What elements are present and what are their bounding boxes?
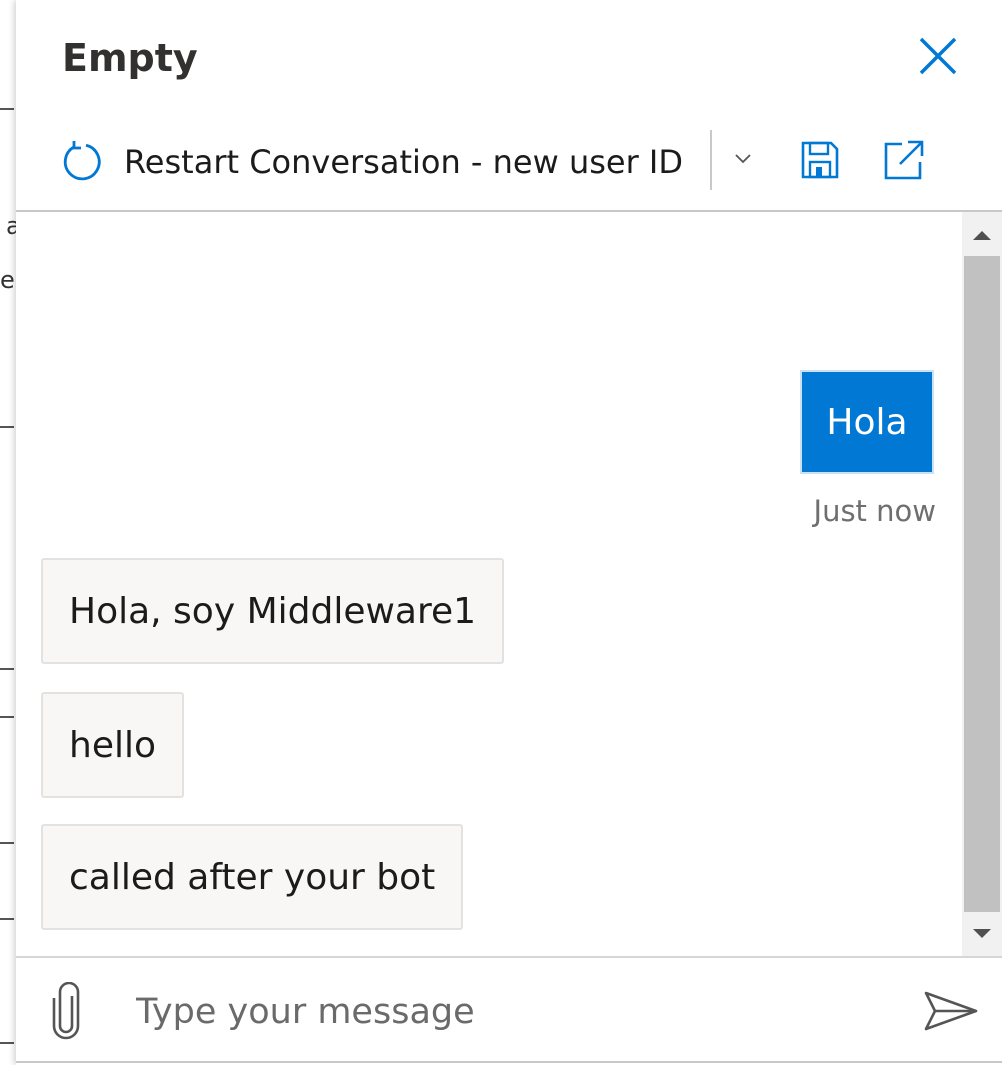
message-composer (16, 956, 1002, 1065)
paperclip-icon (52, 981, 80, 1040)
chevron-down-icon (735, 154, 751, 164)
save-icon (801, 141, 839, 179)
user-message-bubble: Hola (800, 370, 934, 474)
chat-transcript[interactable]: Hola Just now Hola, soy Middleware1 hell… (16, 212, 1002, 956)
send-button[interactable] (922, 988, 980, 1034)
open-external-icon (884, 140, 924, 180)
scroll-up-arrow-icon (973, 231, 991, 240)
restart-conversation-label: Restart Conversation - new user ID (124, 143, 683, 181)
background-divider (0, 842, 14, 844)
open-in-new-window-button[interactable] (882, 138, 926, 182)
restart-conversation-button[interactable]: Restart Conversation - new user ID (62, 136, 683, 188)
scroll-thumb[interactable] (964, 256, 1000, 912)
attach-file-button[interactable] (48, 981, 84, 1042)
scroll-down-button[interactable] (962, 912, 1002, 956)
bot-message-bubble: called after your bot (41, 824, 464, 930)
background-divider (0, 918, 14, 920)
bot-message-bubble: hello (41, 692, 184, 798)
chat-toolbar: Restart Conversation - new user ID (16, 118, 1002, 212)
background-divider (0, 668, 14, 670)
scroll-down-arrow-icon (973, 929, 991, 938)
refresh-icon (63, 141, 101, 181)
panel-title: Empty (62, 36, 198, 80)
close-icon (919, 37, 957, 75)
background-text-fragment: ec (0, 266, 16, 294)
scroll-up-button[interactable] (962, 212, 1002, 256)
bot-message-bubble: Hola, soy Middleware1 (41, 558, 505, 664)
background-divider (0, 426, 14, 428)
toolbar-divider (710, 130, 712, 190)
background-divider (0, 1042, 14, 1044)
test-chat-panel: Empty Restart Conversation - new user ID (16, 0, 1002, 1065)
background-divider (0, 108, 14, 110)
composer-divider (16, 1061, 1002, 1063)
background-divider (0, 716, 14, 718)
message-input[interactable] (136, 982, 896, 1042)
send-icon (924, 991, 978, 1031)
background-window-edge: a ec (0, 0, 16, 1065)
save-transcript-button[interactable] (800, 140, 840, 180)
transcript-scrollbar[interactable] (962, 212, 1002, 956)
background-text-fragment: a (6, 212, 16, 240)
restart-options-dropdown[interactable] (728, 144, 758, 174)
message-timestamp: Just now (813, 494, 936, 528)
close-button[interactable] (916, 34, 960, 78)
